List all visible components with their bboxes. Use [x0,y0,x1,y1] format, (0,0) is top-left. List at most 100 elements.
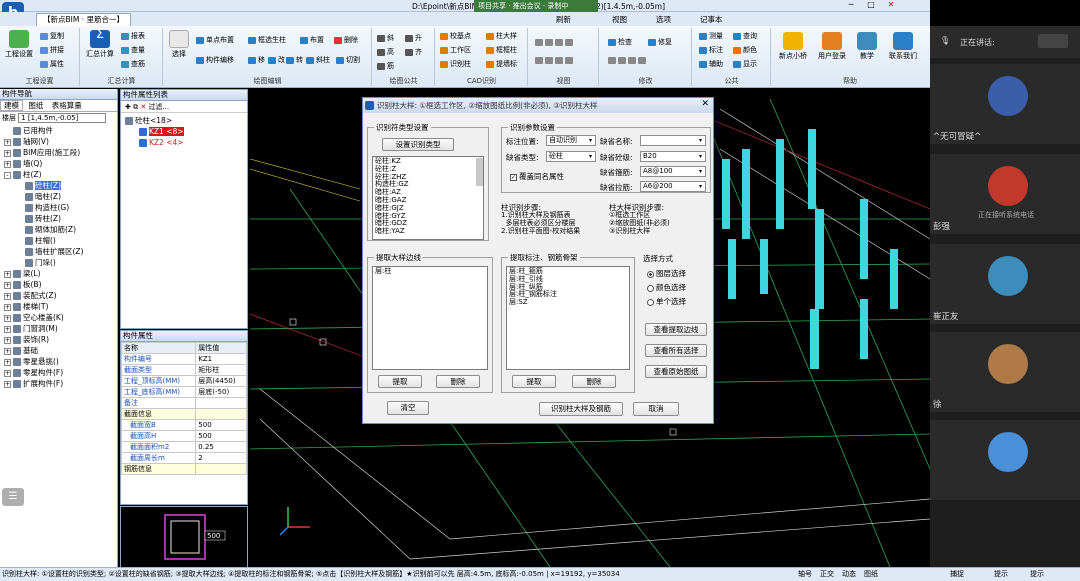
options-button[interactable]: 选项 [656,14,671,25]
expand-toggle-icon[interactable]: + [4,336,11,344]
tree-item[interactable]: + 楼梯(T) [4,301,48,312]
delete-border-button[interactable]: 删除 [436,375,480,388]
refresh-button[interactable]: 刷新 [556,14,571,25]
status-snap-toggle[interactable]: 捕捉 [950,568,964,581]
tree-item[interactable]: 构造柱(G) [16,202,69,213]
column-detail-button[interactable]: 柱大样 [486,32,517,41]
radio-layer-select[interactable]: 图层选择 [647,268,686,279]
property-row[interactable]: 截面信息 [120,408,247,420]
rebar-button[interactable]: 筋 [377,62,394,71]
tab-table-quantity[interactable]: 表格算量 [49,101,85,110]
slant-column-button[interactable]: 斜柱 [306,56,330,65]
merge-button[interactable]: 拼接 [40,46,64,55]
tree-item[interactable]: + 门窗洞(M) [4,323,58,334]
tree-item[interactable]: 柱帽() [16,235,56,246]
tree-item[interactable]: + 零星构件(F) [4,367,63,378]
status-tip-toggle-2[interactable]: 提示 [1030,568,1044,581]
expand-toggle-icon[interactable]: + [4,138,11,146]
delete-component-icon[interactable]: ✕ [140,103,146,111]
tab-main[interactable]: 【新点BIM · 里筋合一】 [36,13,131,26]
view-all-selected-button[interactable]: 查看所有选择 [645,344,707,357]
expand-toggle-icon[interactable]: + [4,369,11,377]
marks-layer-list[interactable]: 层:柱_箍筋 层:柱_引线 层:柱_纵筋 层:柱_钢筋标注 层:SZ [506,266,630,370]
repair-button[interactable]: 修复 [648,38,672,47]
attribute-button[interactable]: 属性 [40,60,64,69]
contact-us-button[interactable]: 联系我们 [882,32,924,61]
expand-toggle-icon[interactable]: + [4,380,11,388]
expand-toggle-icon[interactable]: + [4,292,11,300]
tree-item[interactable]: + 轴网(V) [4,136,49,147]
share-label[interactable]: 项目共享 [478,2,506,10]
property-value[interactable]: 层高(4450) [195,375,247,387]
tree-item[interactable]: + 空心楼盖(K) [4,312,64,323]
tree-item[interactable]: 墙柱扩展区(Z) [16,246,84,257]
extract-border-button[interactable]: 提取 [378,375,422,388]
symbol-list-scrollbar[interactable] [476,158,483,186]
leave-meeting-label[interactable]: 推出会议 [513,2,541,10]
property-row[interactable]: 工程_顶标高(MM) 层高(4450) [120,375,247,387]
expand-toggle-icon[interactable]: + [4,325,11,333]
status-axis-toggle[interactable]: 轴号 [798,568,812,581]
expand-toggle-icon[interactable]: + [4,281,11,289]
close-icon[interactable]: ✕ [882,0,900,11]
cut-button[interactable]: 切割 [336,56,360,65]
set-symbol-type-button[interactable]: 设置识别类型 [382,138,454,151]
expand-toggle-icon[interactable]: - [4,171,11,179]
property-value[interactable] [195,463,247,475]
tree-item[interactable]: 砌体加筋(Z) [16,224,76,235]
recording-label[interactable]: 录制中 [547,2,568,10]
symbol-type-list[interactable]: 砼柱:KZ 砼柱:Z 砼柱:ZHZ 构造柱:GZ 暗柱:AZ 暗柱:GAZ 暗柱… [372,156,484,240]
maximize-button[interactable]: □ [862,0,880,11]
clear-button[interactable]: 清空 [387,401,429,415]
participant-tile[interactable]: ^无可冒疑^ [930,64,1080,144]
height-button[interactable]: 高 [377,48,394,57]
participant-tile[interactable]: 崔正友 [930,244,1080,324]
mark-position-select[interactable]: 自动识别 ▾ [546,135,596,146]
radio-single-select[interactable]: 单个选择 [647,296,686,307]
status-tip-toggle[interactable]: 提示 [994,568,1008,581]
tree-item[interactable]: + 墙(Q) [4,158,42,169]
xindian-bridge-button[interactable]: 新点小桥 [776,32,810,61]
report-button[interactable]: 报表 [121,32,145,41]
single-point-button[interactable]: 单点布置 [196,36,234,45]
tree-item[interactable]: + 装饰(R) [4,334,49,345]
delete-button[interactable]: 删除 [334,36,358,45]
check-rebar-button[interactable]: 查筋 [121,60,145,69]
property-row[interactable]: 截面周长m 2 [120,452,247,464]
property-row[interactable]: 备注 [120,397,247,409]
status-ortho-toggle[interactable]: 正交 [820,568,834,581]
expand-toggle-icon[interactable]: + [4,303,11,311]
measure-button[interactable]: 测量 [699,32,723,41]
select-button[interactable]: 选择 [166,30,192,59]
raise-button[interactable]: 升 [405,34,422,43]
property-value[interactable]: 0.25 [195,441,247,453]
expand-toggle-icon[interactable]: + [4,314,11,322]
view-extracted-border-button[interactable]: 查看提取边线 [645,323,707,336]
property-value[interactable]: 矩形柱 [195,364,247,376]
summary-calc-button[interactable]: Σ 汇总计算 [85,28,115,59]
component-list-item[interactable]: KZ1 <8> [121,126,247,137]
property-value[interactable] [195,408,247,420]
expand-toggle-icon[interactable]: + [4,270,11,278]
copy-component-icon[interactable]: ⧉ [133,103,138,111]
property-value[interactable]: KZ1 [195,353,247,365]
participant-tile[interactable] [930,420,1080,500]
menu-float-icon[interactable]: ☰ [2,488,24,506]
meeting-share-toolbar[interactable]: 项目共享 · 推出会议 · 录制中 [474,0,598,12]
frame-column-button[interactable]: 框框柱 [486,46,517,55]
recognize-column-button[interactable]: 识别柱 [440,60,471,69]
color-button[interactable]: 颜色 [733,46,757,55]
property-row[interactable]: 构件编号 KZ1 [120,353,247,365]
expand-toggle-icon[interactable]: + [4,358,11,366]
annotate-button[interactable]: 标注 [699,46,723,55]
auxiliary-button[interactable]: 辅助 [699,60,723,69]
tree-item[interactable]: + 梁(L) [4,268,41,279]
filter-button[interactable]: 过滤... [148,103,169,111]
project-settings-button[interactable]: 工程设置 [4,30,34,59]
modify-button[interactable]: 改 [268,56,285,65]
property-row[interactable]: 截面类型 矩形柱 [120,364,247,376]
component-edit-button[interactable]: 构件编移 [196,56,234,65]
tree-item[interactable]: + BIM应用(施工段) [4,147,80,158]
tab-drawings[interactable]: 图纸 [25,101,46,110]
box-column-button[interactable]: 框选生柱 [248,36,286,45]
